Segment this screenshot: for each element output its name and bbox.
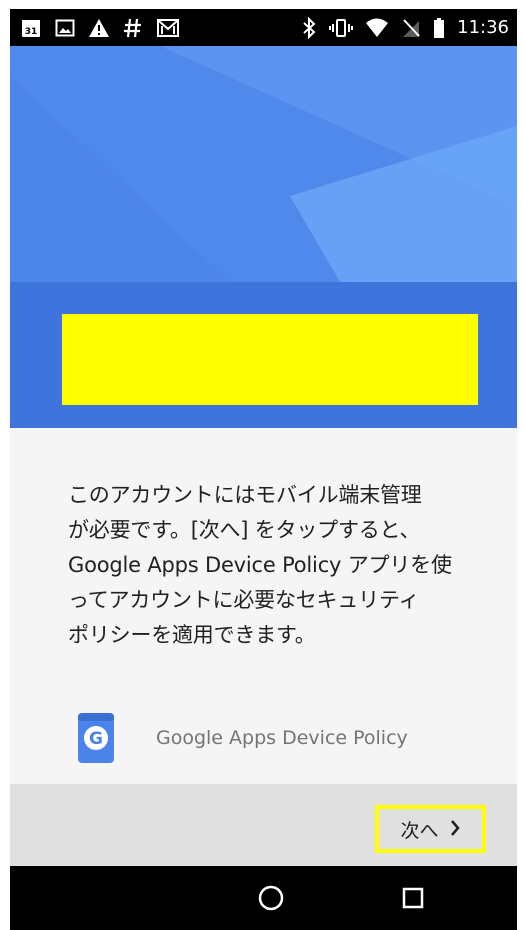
navigation-bar [10,866,517,930]
calendar-icon: 31 [20,17,42,39]
app-name: Google Apps Device Policy [156,727,408,749]
image-icon [54,17,76,39]
app-icon-letter: G [89,729,103,749]
status-bar-left: 31 [20,9,180,46]
alert-icon [88,17,110,39]
chevron-right-icon [449,819,461,840]
home-icon[interactable] [258,885,284,911]
bluetooth-icon [301,16,317,39]
next-button[interactable]: 次へ [375,805,486,853]
highlight-box [62,314,478,405]
next-button-label: 次へ [400,819,439,842]
status-bar: 31 11:36 [10,9,517,46]
content-area: このアカウントにはモバイル端末管理 が必要です。[次へ] をタップすると、 Go… [10,428,517,793]
app-row: G Google Apps Device Policy [74,710,408,766]
header-banner [10,282,517,428]
gmail-icon [156,17,180,39]
calendar-day: 31 [25,27,38,37]
description-text: このアカウントにはモバイル端末管理 が必要です。[次へ] をタップすると、 Go… [68,483,452,647]
header-graphic [10,46,517,282]
vibrate-icon [329,17,354,39]
phone-screen: 31 11:36 このアカウントにはモバイル端末管理 が必要です。[次へ] をタ… [10,9,517,930]
no-sim-icon [401,17,421,39]
action-bar: 次へ [10,784,517,866]
wifi-icon [365,17,389,39]
status-bar-right: 11:36 [301,9,509,46]
hash-icon [122,17,144,39]
battery-icon [433,17,445,39]
header-illustration [10,46,517,282]
recents-icon[interactable] [402,887,424,909]
device-policy-icon: G [74,711,118,765]
status-time: 11:36 [457,17,509,38]
